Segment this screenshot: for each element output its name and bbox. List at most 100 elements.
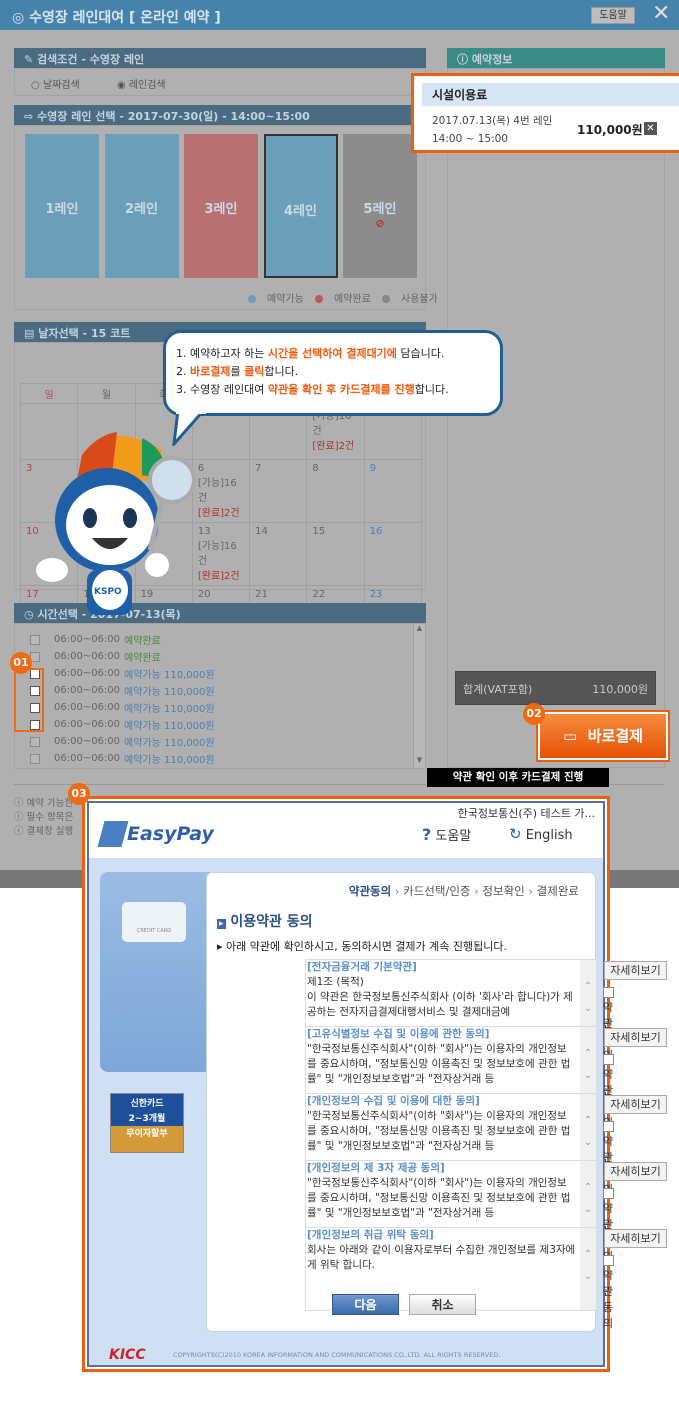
weekday: 월 bbox=[77, 383, 136, 404]
easypay-logo-mark bbox=[97, 821, 129, 847]
day-number: 23 bbox=[369, 589, 383, 600]
day-number: 22 bbox=[312, 589, 326, 600]
terms-heading: [개인정보의 제 3자 제공 동의] bbox=[307, 1162, 445, 1174]
guide-line-2: 2. 바로결제를 클릭합니다. bbox=[176, 363, 490, 381]
time-row[interactable]: 06:00~06:00 예약가능 110,000원 bbox=[15, 682, 425, 699]
terms-body: 회사는 아래와 같이 이용자로부터 수집한 개인정보를 제3자에게 위탁 합니다… bbox=[307, 1244, 576, 1271]
step-badge-01: 01 bbox=[10, 652, 32, 674]
close-icon[interactable]: ✕ bbox=[652, 3, 670, 25]
time-status: 예약가능 110,000원 bbox=[124, 738, 215, 749]
reservation-panel bbox=[447, 68, 665, 768]
fee-title: 시설이용료 bbox=[422, 83, 679, 106]
lane-3[interactable]: 3레인 bbox=[184, 134, 258, 278]
legend-available: 예약가능 bbox=[248, 294, 304, 305]
agree-checkbox[interactable]: 약관동의 bbox=[603, 1053, 615, 1130]
total-box: 합계(VAT포함) 110,000원 bbox=[455, 671, 656, 705]
time-checkbox[interactable] bbox=[30, 634, 40, 645]
day-number: 7 bbox=[255, 463, 262, 474]
detail-button[interactable]: 자세히보기 bbox=[604, 961, 667, 980]
kicc-logo: KICC bbox=[109, 1347, 146, 1363]
terms-heading: [개인정보의 취급 위탁 동의] bbox=[307, 1229, 434, 1241]
detail-button[interactable]: 자세히보기 bbox=[604, 1229, 667, 1248]
lane-legend: 예약가능 예약완료 사용불가 bbox=[240, 290, 438, 305]
time-range: 06:00~06:00 bbox=[54, 685, 121, 696]
easypay-help[interactable]: ? 도움말 bbox=[422, 825, 471, 844]
help-button[interactable]: 도움말 bbox=[591, 7, 635, 24]
search-header: ✎ 검색조건 - 수영장 레인 bbox=[14, 48, 426, 68]
t: 3. 수영장 레인대여 bbox=[176, 383, 268, 396]
search-options: ○ 날짜검색 ◉ 레인검색 bbox=[14, 68, 426, 96]
terms-scrollbar[interactable]: ⌃ ⌄ bbox=[580, 1228, 596, 1310]
calendar-day[interactable]: 14 bbox=[249, 522, 308, 586]
agree-label: 약관동의 bbox=[603, 1269, 614, 1330]
agree-checkbox[interactable]: 약관동의 bbox=[603, 986, 615, 1063]
time-status: 예약완료 bbox=[124, 653, 161, 664]
lane-header-text: 수영장 레인 선택 - 2017-07-30(일) - 14:00~15:00 bbox=[37, 110, 310, 123]
english-link[interactable]: ↻ English bbox=[509, 825, 573, 843]
checkbox-box[interactable] bbox=[603, 1121, 614, 1132]
radio-lane[interactable]: ◉ 레인검색 bbox=[117, 80, 166, 91]
refresh-icon: ↻ bbox=[509, 825, 522, 843]
radio-date[interactable]: ○ 날짜검색 bbox=[31, 80, 80, 91]
lane-4[interactable]: 4레인 bbox=[263, 134, 338, 278]
step: 정보확인 bbox=[482, 884, 525, 898]
radio-label: 레인검색 bbox=[128, 80, 166, 91]
fee-card: 시설이용료 2017.07.13(목) 4번 레인 14:00 ~ 15:00 … bbox=[411, 73, 679, 153]
bullet-icon: ▸ bbox=[217, 919, 226, 929]
search-header-text: 검색조건 - 수영장 레인 bbox=[37, 53, 145, 66]
checkbox-box[interactable] bbox=[603, 1054, 614, 1065]
agree-checkbox[interactable]: 약관동의 bbox=[603, 1187, 615, 1264]
ad-line: 무이자할부 bbox=[126, 1129, 168, 1139]
time-checkbox[interactable] bbox=[30, 753, 40, 764]
note: ⓘ 필수 항목은 bbox=[14, 812, 74, 823]
detail-button[interactable]: 자세히보기 bbox=[604, 1162, 667, 1181]
time-list: 06:00~06:00 예약완료 06:00~06:00 예약완료 06:00~06:0… bbox=[14, 623, 426, 769]
notes: ⓘ 예약 가능한 ⓘ 필수 항목은 ⓘ 결제창 실행 bbox=[14, 797, 73, 839]
time-row[interactable]: 06:00~06:00 예약완료 bbox=[15, 631, 425, 648]
lane-5: 5레인 ⊘ bbox=[343, 134, 417, 278]
calendar-day[interactable]: 7 bbox=[249, 459, 308, 523]
time-status: 예약가능 110,000원 bbox=[124, 704, 215, 715]
fee-price: 110,000원 bbox=[577, 123, 643, 137]
checkbox-box[interactable] bbox=[603, 1188, 614, 1199]
remove-icon[interactable]: ✕ bbox=[644, 122, 657, 135]
time-status: 예약완료 bbox=[124, 636, 161, 647]
agree-checkbox[interactable]: 약관동의 bbox=[603, 1120, 615, 1197]
pay-now-button[interactable]: ▭ 바로결제 bbox=[540, 714, 666, 758]
next-button[interactable]: 다음 bbox=[332, 1294, 399, 1315]
step-current: 약관동의 bbox=[348, 884, 392, 898]
calendar-day[interactable]: 15 bbox=[306, 522, 365, 586]
time-row[interactable]: 06:00~06:00 예약완료 bbox=[15, 648, 425, 665]
time-range: 06:00~06:00 bbox=[54, 651, 121, 662]
day-number: 15 bbox=[312, 526, 326, 537]
time-checkbox[interactable] bbox=[30, 736, 40, 747]
window-title: ◎ 수영장 레인대여 [ 온라인 예약 ] bbox=[0, 0, 679, 30]
t: 시간을 선택하여 결제대기에 bbox=[267, 347, 397, 360]
t: 바로결제 bbox=[190, 365, 231, 378]
detail-button[interactable]: 자세히보기 bbox=[604, 1095, 667, 1114]
calendar-day[interactable]: 9 bbox=[363, 459, 423, 523]
terms-subtitle-text: 아래 약관에 확인하시고, 동의하시면 결제가 계속 진행됩니다. bbox=[226, 940, 508, 953]
time-status: 예약가능 110,000원 bbox=[124, 721, 215, 732]
time-scrollbar[interactable]: ▲ ▼ bbox=[413, 624, 425, 768]
step-breadcrumb: 약관동의 › 카드선택/인증 › 정보확인 › 결제완료 bbox=[348, 884, 579, 898]
question-icon: ? bbox=[422, 825, 432, 844]
lane-1[interactable]: 1레인 bbox=[25, 134, 99, 278]
time-row[interactable]: 06:00~06:00 예약가능 110,000원 bbox=[15, 716, 425, 733]
cancel-button[interactable]: 취소 bbox=[409, 1294, 476, 1315]
day-number: 9 bbox=[369, 463, 377, 474]
time-row[interactable]: 06:00~06:00 예약가능 110,000원 bbox=[15, 733, 425, 750]
agree-checkbox[interactable]: 약관동의 bbox=[603, 1254, 615, 1331]
time-row[interactable]: 06:00~06:00 예약가능 110,000원 bbox=[15, 750, 425, 767]
checkbox-box[interactable] bbox=[603, 1255, 614, 1266]
calendar-day[interactable]: 8 bbox=[306, 459, 365, 523]
detail-button[interactable]: 자세히보기 bbox=[604, 1028, 667, 1047]
time-row[interactable]: 06:00~06:00 예약가능 110,000원 bbox=[15, 665, 425, 682]
t: 2. bbox=[176, 365, 190, 378]
lane-2[interactable]: 2레인 bbox=[104, 134, 179, 278]
step-badge-03: 03 bbox=[68, 783, 90, 805]
calendar-day[interactable]: 16 bbox=[363, 522, 423, 586]
time-row[interactable]: 06:00~06:00 예약가능 110,000원 bbox=[15, 699, 425, 716]
shinhan-ad[interactable]: 신한카드 2~3개월 무이자할부 bbox=[110, 1093, 184, 1153]
checkbox-box[interactable] bbox=[603, 987, 614, 998]
